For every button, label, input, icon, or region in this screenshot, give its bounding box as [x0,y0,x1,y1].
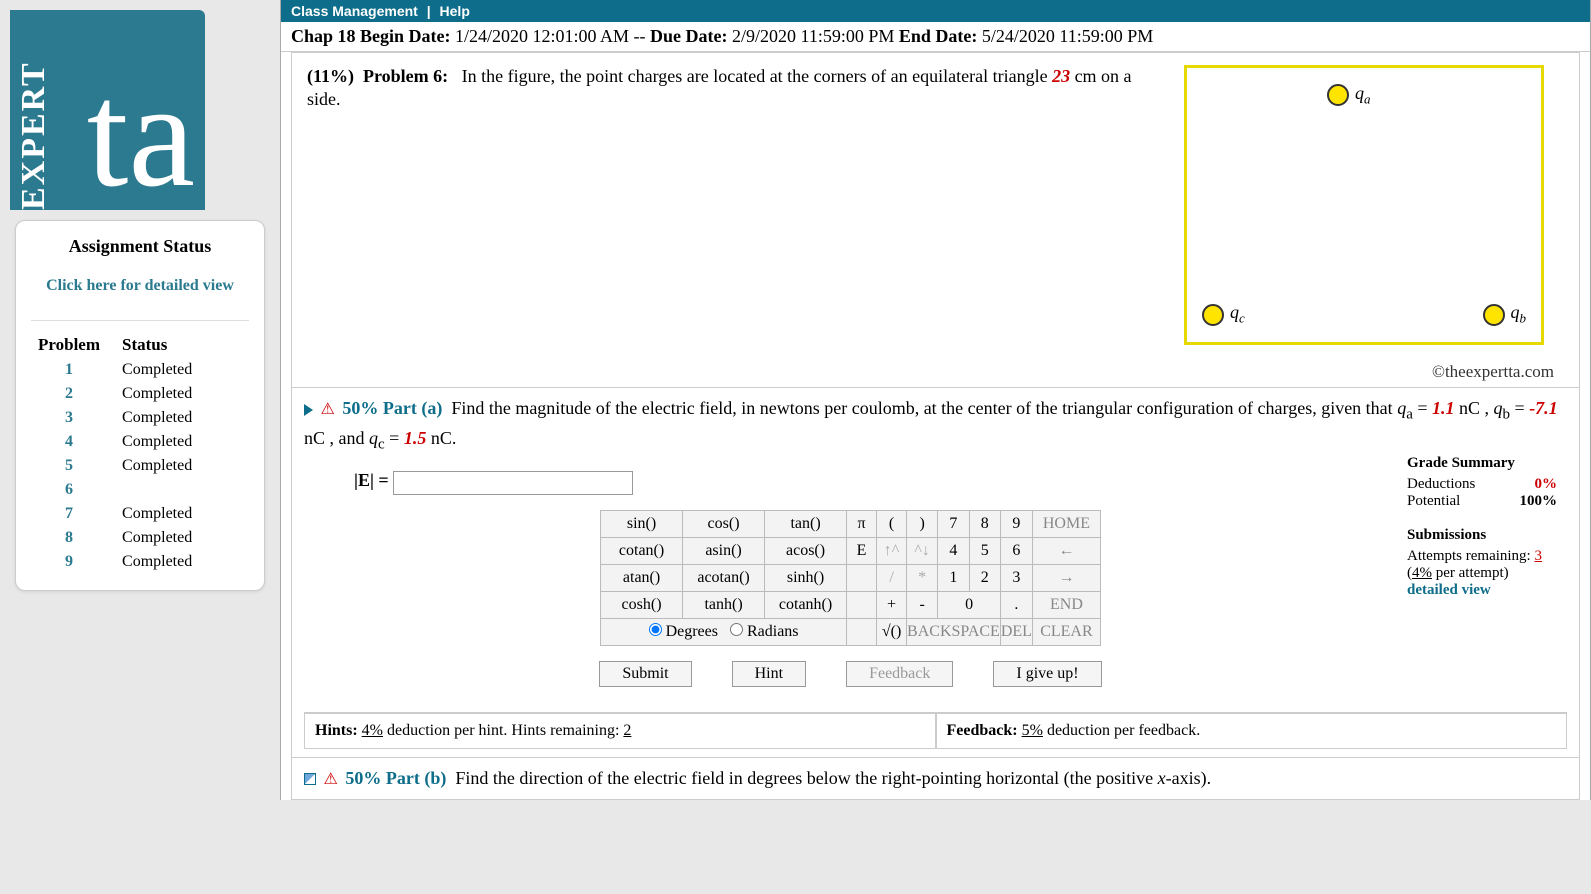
key-sqrt[interactable]: √() [877,618,907,645]
part-a-header: ⚠ 50% Part (a) Find the magnitude of the… [304,396,1567,455]
hints-cell: Hints: 4% deduction per hint. Hints rema… [304,713,936,749]
problem-row: 7Completed [28,503,252,525]
key-acos[interactable]: acos() [765,537,847,564]
grade-summary: Grade Summary Deductions0% Potential100%… [1407,455,1557,701]
charge-qc: qc [1202,302,1245,327]
key-sin[interactable]: sin() [601,510,683,537]
key-8[interactable]: 8 [969,510,1000,537]
warning-icon: ⚠ [324,769,338,789]
divider [31,320,249,321]
problem-text: (11%) Problem 6: In the figure, the poin… [307,65,1164,345]
action-row: Submit Hint Feedback I give up! [314,646,1387,702]
key-rparen[interactable]: ) [907,510,938,537]
key-1[interactable]: 1 [938,564,969,591]
key-home[interactable]: HOME [1032,510,1100,537]
answer-row: |E| = [314,455,1387,509]
key-cotan[interactable]: cotan() [601,537,683,564]
angle-mode[interactable]: Degrees Radians [601,618,847,645]
col-status: Status [112,333,252,357]
logo-vertical-text: EXPERT [15,61,53,210]
problem-row: 4Completed [28,431,252,453]
submit-button[interactable]: Submit [599,661,691,687]
nav-help[interactable]: Help [440,3,470,19]
key-upcaret[interactable]: ↑^ [877,537,907,564]
key-cos[interactable]: cos() [683,510,765,537]
answer-label: |E| = [354,470,389,490]
key-backspace[interactable]: BACKSPACE [907,618,1001,645]
part-a: ⚠ 50% Part (a) Find the magnitude of the… [292,387,1579,757]
hints-bar: Hints: 4% deduction per hint. Hints rema… [304,712,1567,749]
key-minus[interactable]: - [907,591,938,618]
key-0[interactable]: 0 [938,591,1001,618]
warning-icon: ⚠ [321,399,335,421]
copyright: ©theexpertta.com [292,357,1579,387]
problem-row: 6 [28,479,252,501]
key-cosh[interactable]: cosh() [601,591,683,618]
top-nav: Class Management | Help [281,0,1590,22]
triangle-figure: qa qc qb [1184,65,1544,345]
logo-ta: ta [87,60,195,210]
detailed-view-link[interactable]: Click here for detailed view [26,277,254,295]
key-atan[interactable]: atan() [601,564,683,591]
giveup-button[interactable]: I give up! [993,661,1101,687]
key-clear[interactable]: CLEAR [1032,618,1100,645]
charge-qb: qb [1483,302,1527,327]
key-lparen[interactable]: ( [877,510,907,537]
expand-icon[interactable] [304,404,313,416]
key-end[interactable]: END [1032,591,1100,618]
key-dot[interactable]: . [1000,591,1032,618]
key-asin[interactable]: asin() [683,537,765,564]
key-div[interactable]: / [877,564,907,591]
key-5[interactable]: 5 [969,537,1000,564]
dates-bar: Chap 18 Begin Date: 1/24/2020 12:01:00 A… [281,22,1590,52]
keypad: sin() cos() tan() π ( ) 7 8 9 HOME [600,510,1101,646]
key-e[interactable]: E [847,537,877,564]
problem-row: 8Completed [28,527,252,549]
key-tanh[interactable]: tanh() [683,591,765,618]
key-6[interactable]: 6 [1000,537,1032,564]
key-left[interactable]: ← [1032,537,1100,564]
key-7[interactable]: 7 [938,510,969,537]
degrees-radio[interactable] [649,623,662,636]
assignment-status-box: Assignment Status Click here for detaile… [15,220,265,591]
problem-row: 1Completed [28,359,252,381]
collapse-icon[interactable] [304,773,316,785]
problem-row: 5Completed [28,455,252,477]
problem-status-table: ProblemStatus 1Completed 2Completed 3Com… [26,331,254,575]
radians-radio[interactable] [730,623,743,636]
nav-class-management[interactable]: Class Management [291,3,418,19]
key-3[interactable]: 3 [1000,564,1032,591]
key-4[interactable]: 4 [938,537,969,564]
problem-box: (11%) Problem 6: In the figure, the poin… [291,52,1580,800]
grade-detailed-view[interactable]: detailed view [1407,582,1557,599]
key-cotanh[interactable]: cotanh() [765,591,847,618]
key-sinh[interactable]: sinh() [765,564,847,591]
assignment-status-title: Assignment Status [26,236,254,257]
key-plus[interactable]: + [877,591,907,618]
logo: EXPERT ta [10,10,205,210]
problem-row: 9Completed [28,551,252,573]
key-pi[interactable]: π [847,510,877,537]
part-b: ⚠ 50% Part (b) Find the direction of the… [292,757,1579,800]
key-downcaret[interactable]: ^↓ [907,537,938,564]
hint-button[interactable]: Hint [732,661,806,687]
col-problem: Problem [28,333,110,357]
key-acotan[interactable]: acotan() [683,564,765,591]
key-del[interactable]: DEL [1000,618,1032,645]
problem-row: 3Completed [28,407,252,429]
feedback-button[interactable]: Feedback [846,661,953,687]
key-2[interactable]: 2 [969,564,1000,591]
charge-qa: qa [1327,83,1371,108]
key-mul[interactable]: * [907,564,938,591]
key-tan[interactable]: tan() [765,510,847,537]
key-9[interactable]: 9 [1000,510,1032,537]
key-right[interactable]: → [1032,564,1100,591]
answer-input[interactable] [393,471,633,495]
feedback-cell: Feedback: 5% deduction per feedback. [936,713,1568,749]
problem-row: 2Completed [28,383,252,405]
